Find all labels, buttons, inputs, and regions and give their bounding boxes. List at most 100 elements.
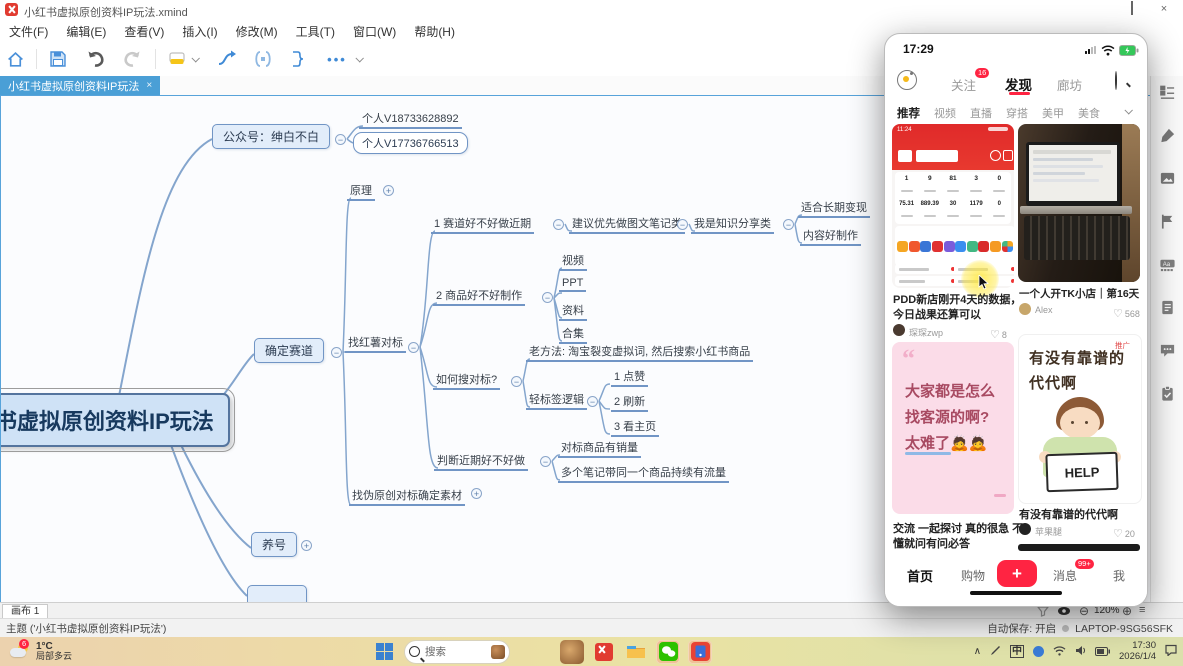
card3-caption-line1[interactable]: 交流 一起探讨 真的很急 不: [893, 520, 1023, 536]
map-node[interactable]: 个人V17736766513: [353, 132, 468, 154]
collapse-icon[interactable]: [783, 219, 794, 230]
collapse-icon[interactable]: [331, 347, 342, 358]
card2-author[interactable]: Alex: [1035, 305, 1053, 315]
nav-messages[interactable]: 消息: [1053, 567, 1077, 584]
map-node[interactable]: 老方法: 淘宝裂变虚拟词, 然后搜索小红书商品: [526, 343, 753, 362]
minimize-button[interactable]: [1096, 2, 1108, 14]
style-marker-icon[interactable]: [162, 46, 192, 72]
card4-like-icon[interactable]: 20: [1113, 524, 1135, 542]
sidebar-menu-icon[interactable]: [897, 70, 917, 90]
collapse-icon[interactable]: [542, 292, 553, 303]
menu-insert[interactable]: 插入(I): [173, 23, 226, 40]
map-node[interactable]: 1 赛道好不好做近期: [431, 215, 534, 234]
label-icon[interactable]: Aa: [1159, 256, 1176, 278]
map-node[interactable]: 原理: [347, 182, 375, 201]
tray-wifi-icon[interactable]: [1053, 643, 1066, 661]
menu-file[interactable]: 文件(F): [0, 23, 57, 40]
maximize-button[interactable]: [1126, 2, 1138, 14]
relationship-icon[interactable]: [212, 46, 242, 72]
nav-shop[interactable]: 购物: [961, 567, 985, 584]
cat-food[interactable]: 美食: [1078, 105, 1100, 121]
map-node[interactable]: 1 点赞: [611, 368, 648, 387]
card4-author[interactable]: 苹果腿: [1035, 525, 1062, 538]
cat-expand-chevron[interactable]: [1124, 106, 1132, 114]
menu-modify[interactable]: 修改(M): [227, 23, 287, 40]
map-node[interactable]: 适合长期变现: [798, 199, 870, 218]
map-node[interactable]: 公众号：绅白不白: [212, 124, 330, 149]
feed-card-photo[interactable]: [1018, 124, 1140, 282]
task-checklist-icon[interactable]: [1159, 385, 1176, 407]
taskbar-app-wechat[interactable]: [656, 640, 680, 664]
phone-mirror-window[interactable]: 17:29 关注 16 发现 廊坊 推荐 视频 直播 穿搭 美甲 美食 11:2…: [884, 33, 1148, 607]
tab-city[interactable]: 廊坊: [1057, 75, 1082, 94]
expand-icon[interactable]: [383, 185, 394, 196]
home-icon[interactable]: [0, 46, 30, 72]
map-node[interactable]: 我是知识分享类: [691, 215, 774, 234]
map-node[interactable]: 找伪原创对标确定素材: [349, 487, 465, 506]
menu-edit[interactable]: 编辑(E): [57, 23, 115, 40]
collapse-icon[interactable]: [511, 376, 522, 387]
menu-help[interactable]: 帮助(H): [405, 23, 464, 40]
map-node[interactable]: 轻标签逻辑: [526, 391, 587, 410]
card3-caption-line2[interactable]: 懂就问有问必答: [893, 535, 970, 551]
feed-card-image[interactable]: 11:24 1 9 81 3 0 75.31 889.39 30: [892, 124, 1014, 288]
map-node[interactable]: 内容好制作: [800, 227, 861, 246]
map-node[interactable]: 个人V18733628892: [359, 110, 462, 129]
tab-follow[interactable]: 关注: [951, 75, 976, 94]
nav-me[interactable]: 我: [1113, 567, 1125, 584]
image-icon[interactable]: [1159, 170, 1176, 192]
marker-flag-icon[interactable]: [1159, 213, 1176, 235]
map-node[interactable]: 确定赛道: [254, 338, 324, 363]
card1-author[interactable]: 琛琛zwp: [909, 326, 943, 339]
tray-expand-icon[interactable]: ∧: [974, 646, 981, 657]
collapse-icon[interactable]: [553, 219, 564, 230]
close-button[interactable]: ×: [1158, 3, 1170, 15]
save-icon[interactable]: [43, 46, 73, 72]
more-tools-icon[interactable]: •••: [322, 46, 352, 72]
card1-title-line1[interactable]: PDD新店刚开4天的数据，: [893, 291, 1021, 307]
map-node[interactable]: 如何搜对标?: [433, 371, 500, 390]
menu-window[interactable]: 窗口(W): [344, 23, 405, 40]
card4-avatar[interactable]: [1019, 523, 1031, 535]
card1-avatar[interactable]: [893, 324, 905, 336]
map-node[interactable]: 资料: [559, 302, 587, 321]
cat-recommend[interactable]: 推荐: [897, 105, 920, 121]
map-node[interactable]: 建议优先做图文笔记类: [569, 215, 685, 234]
card2-avatar[interactable]: [1019, 303, 1031, 315]
collapse-icon[interactable]: [408, 342, 419, 353]
more-dropdown-caret[interactable]: [355, 54, 363, 62]
collapse-icon[interactable]: [587, 396, 598, 407]
sheet-tab[interactable]: 画布 1: [2, 604, 48, 619]
boundary-icon[interactable]: [248, 46, 278, 72]
menu-tools[interactable]: 工具(T): [287, 23, 344, 40]
cat-video[interactable]: 视频: [934, 105, 956, 121]
weather-widget[interactable]: 6: [10, 643, 32, 661]
feed-card-quote[interactable]: “ 大家都是怎么 找客源的啊? 太难了🙇🙇: [892, 342, 1014, 514]
tab-close-icon[interactable]: ×: [146, 80, 152, 91]
menu-view[interactable]: 查看(V): [115, 23, 173, 40]
tray-notification-icon[interactable]: [1165, 643, 1177, 661]
map-node[interactable]: 养号: [251, 532, 297, 557]
map-node[interactable]: 多个笔记带同一个商品持续有流量: [558, 464, 729, 483]
map-node[interactable]: 2 刷新: [611, 393, 648, 412]
map-node[interactable]: 2 商品好不好制作: [433, 287, 525, 306]
card4-caption[interactable]: 有没有靠谱的代代啊: [1019, 506, 1118, 522]
taskbar-app-widget[interactable]: [560, 640, 584, 664]
nav-home[interactable]: 首页: [907, 566, 933, 585]
tab-discover[interactable]: 发现: [1005, 74, 1032, 94]
map-node[interactable]: 3 看主页: [611, 418, 659, 437]
tray-pen-icon[interactable]: [990, 643, 1001, 661]
cat-outfit[interactable]: 穿搭: [1006, 105, 1028, 121]
map-node[interactable]: 找红薯对标: [345, 334, 406, 353]
map-node[interactable]: 判断近期好不好做: [434, 452, 528, 471]
map-node[interactable]: 视频: [559, 252, 587, 271]
taskbar-app-xmind[interactable]: [592, 640, 616, 664]
tray-app-icon[interactable]: [1033, 646, 1044, 657]
card1-like-icon[interactable]: 8: [990, 325, 1007, 343]
style-dropdown-caret[interactable]: [191, 54, 199, 62]
cat-live[interactable]: 直播: [970, 105, 992, 121]
map-node[interactable]: 对标商品有销量: [558, 439, 641, 458]
collapse-icon[interactable]: [677, 219, 688, 230]
map-root-node[interactable]: 小红书虚拟原创资料IP玩法: [0, 393, 230, 447]
nav-post-button[interactable]: +: [997, 560, 1037, 587]
